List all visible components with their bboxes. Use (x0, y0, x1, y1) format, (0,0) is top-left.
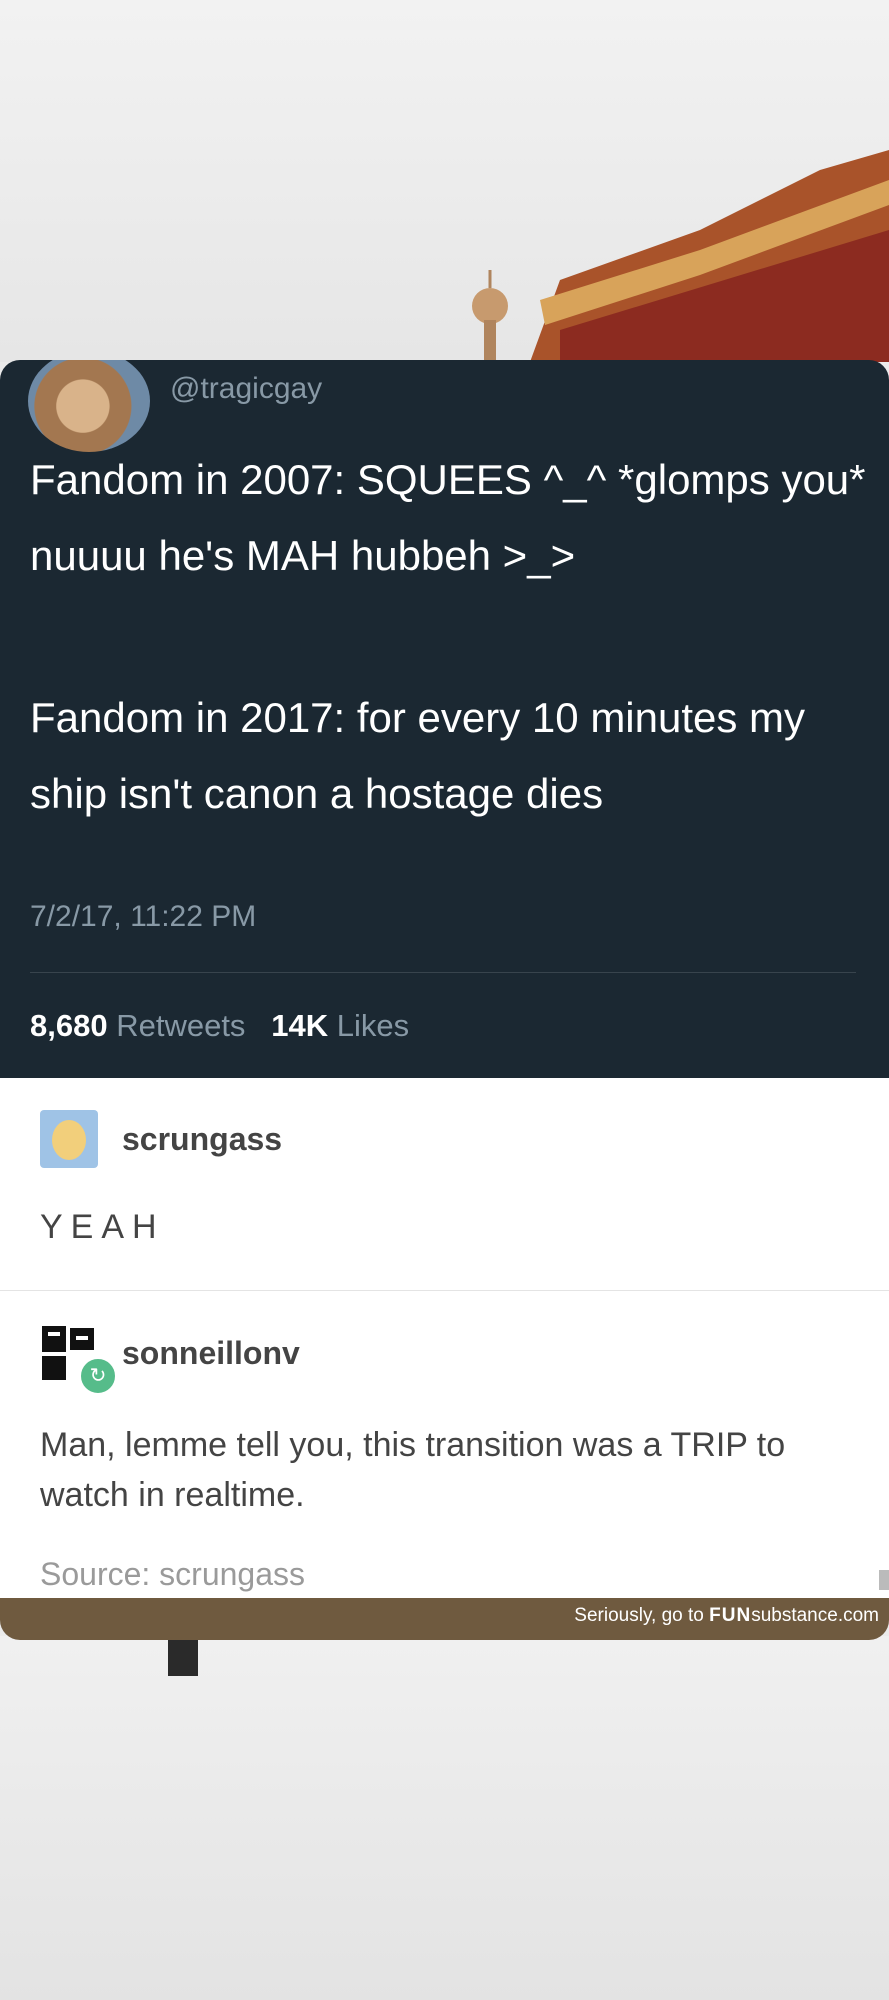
watermark-text[interactable]: Seriously, go to FUNsubstance.com (574, 1605, 879, 1627)
screenshot-card: @tragicgay Fandom in 2007: SQUEES ^_^ *g… (0, 360, 889, 1640)
post2-header: ↻ sonneillonv (40, 1324, 300, 1396)
tweet-timestamp[interactable]: 7/2/17, 11:22 PM (30, 900, 256, 934)
post1-header: scrungass (40, 1110, 282, 1168)
retweet-label[interactable]: Retweets (116, 1008, 245, 1043)
scroll-indicator (879, 1570, 889, 1590)
roof-illustration (472, 150, 889, 362)
like-count[interactable]: 14K (271, 1008, 328, 1043)
tweet-avatar[interactable] (28, 360, 150, 452)
post1-text: YEAH (40, 1208, 165, 1246)
snow-ground (168, 1636, 198, 1676)
watermark-bar: Seriously, go to FUNsubstance.com (0, 1598, 889, 1640)
watermark-brand: substance (751, 1605, 838, 1626)
watermark-tld: .com (837, 1605, 879, 1626)
tweet-stats: 8,680 Retweets 14K Likes (30, 1008, 409, 1044)
post1-username[interactable]: scrungass (122, 1121, 282, 1158)
watermark-prefix: Seriously, go to (574, 1605, 710, 1626)
post-separator (0, 1290, 889, 1291)
like-label[interactable]: Likes (337, 1008, 409, 1043)
post2-text: Man, lemme tell you, this transition was… (40, 1426, 786, 1514)
tweet-text-paragraph-2: Fandom in 2017: for every 10 minutes my … (30, 694, 806, 817)
tumblr-post: scrungass YEAH ↻ sonneillonv Man, lemme … (0, 1078, 889, 1598)
tweet-panel: @tragicgay Fandom in 2007: SQUEES ^_^ *g… (0, 360, 889, 1078)
post2-username[interactable]: sonneillonv (122, 1335, 300, 1372)
watermark-brand-bold: FUN (709, 1605, 752, 1626)
reblog-icon: ↻ (78, 1356, 118, 1396)
background-photo-bottom (0, 1636, 889, 2000)
scrungass-avatar[interactable] (40, 1110, 98, 1168)
tweet-text-paragraph-1: Fandom in 2007: SQUEES ^_^ *glomps you* … (30, 456, 866, 579)
background-photo-top (0, 0, 889, 362)
sonneillonv-avatar[interactable]: ↻ (40, 1324, 118, 1396)
tweet-handle[interactable]: @tragicgay (170, 372, 322, 406)
tweet-divider (30, 972, 856, 973)
post-source-link[interactable]: Source: scrungass (40, 1556, 305, 1593)
retweet-count[interactable]: 8,680 (30, 1008, 108, 1043)
